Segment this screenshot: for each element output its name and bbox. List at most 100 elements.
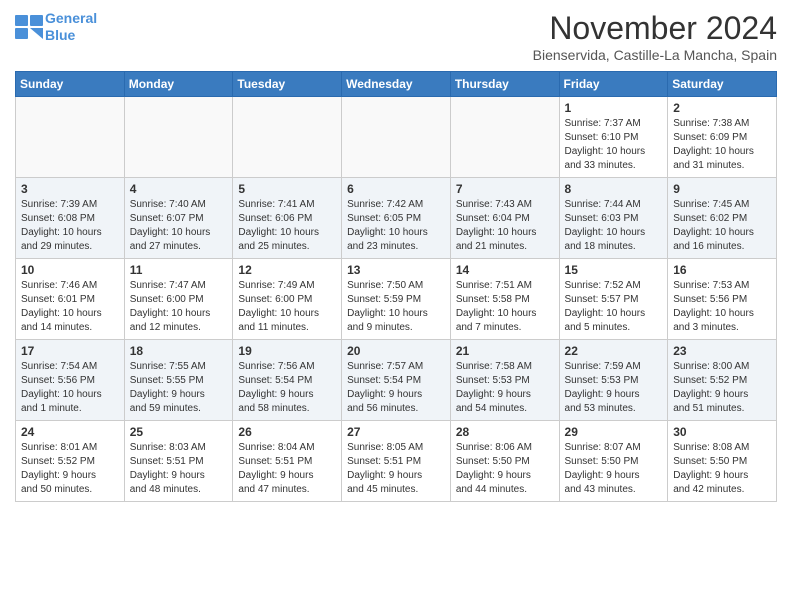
calendar-cell: 2 Sunrise: 7:38 AM Sunset: 6:09 PM Daylig… [668,97,777,178]
day-number: 13 [347,263,445,277]
day-number: 7 [456,182,554,196]
calendar-cell: 19Sunrise: 7:56 AM Sunset: 5:54 PM Dayli… [233,340,342,421]
calendar-cell: 17 Sunrise: 7:54 AM Sunset: 5:56 PM Dayli… [16,340,125,421]
calendar-cell: 30 Sunrise: 8:08 AM Sunset: 5:50 PM Dayli… [668,421,777,502]
day-number: 12 [238,263,336,277]
weekday-header-row: SundayMondayTuesdayWednesdayThursdayFrid… [16,72,777,97]
day-info: Sunrise: 7:54 AM Sunset: 5:56 PM Dayligh… [21,360,119,416]
day-number: 15 [565,263,663,277]
weekday-header-wednesday: Wednesday [342,72,451,97]
day-number: 4 [130,182,228,196]
calendar-cell: 18 Sunrise: 7:55 AM Sunset: 5:55 PM Dayli… [124,340,233,421]
weekday-header-sunday: Sunday [16,72,125,97]
day-info: Sunrise: 8:08 AM Sunset: 5:50 PM Dayligh… [673,441,771,497]
day-number: 28 [456,425,554,439]
day-info: Sunrise: 8:04 AM Sunset: 5:51 PM Dayligh… [238,441,336,497]
day-number: 24 [21,425,119,439]
calendar-cell [233,97,342,178]
logo-general: General [45,10,97,26]
calendar-cell: 8 Sunrise: 7:44 AM Sunset: 6:03 PM Daylig… [559,178,668,259]
logo-text: General Blue [45,10,97,44]
day-number: 30 [673,425,771,439]
calendar-cell: 20 Sunrise: 7:57 AM Sunset: 5:54 PM Dayli… [342,340,451,421]
location: Bienservida, Castille-La Mancha, Spain [533,47,777,63]
day-info: Sunrise: 7:39 AM Sunset: 6:08 PM Dayligh… [21,198,119,254]
calendar-cell: 21 Sunrise: 7:58 AM Sunset: 5:53 PM Dayli… [450,340,559,421]
day-info: Sunrise: 8:05 AM Sunset: 5:51 PM Dayligh… [347,441,445,497]
calendar-cell: 25Sunrise: 8:03 AM Sunset: 5:51 PM Dayli… [124,421,233,502]
day-info: Sunrise: 7:45 AM Sunset: 6:02 PM Dayligh… [673,198,771,254]
calendar-week-row: 10Sunrise: 7:46 AM Sunset: 6:01 PM Dayli… [16,259,777,340]
calendar-cell: 22 Sunrise: 7:59 AM Sunset: 5:53 PM Dayli… [559,340,668,421]
day-number: 16 [673,263,771,277]
day-info: Sunrise: 8:00 AM Sunset: 5:52 PM Dayligh… [673,360,771,416]
day-number: 29 [565,425,663,439]
calendar-week-row: 1Sunrise: 7:37 AM Sunset: 6:10 PM Daylig… [16,97,777,178]
day-number: 11 [130,263,228,277]
day-number: 22 [565,344,663,358]
day-number: 26 [238,425,336,439]
calendar-cell: 26 Sunrise: 8:04 AM Sunset: 5:51 PM Dayli… [233,421,342,502]
title-block: November 2024 Bienservida, Castille-La M… [533,10,777,63]
day-number: 2 [673,101,771,115]
weekday-header-thursday: Thursday [450,72,559,97]
day-number: 14 [456,263,554,277]
day-number: 9 [673,182,771,196]
day-info: Sunrise: 7:38 AM Sunset: 6:09 PM Dayligh… [673,117,771,173]
day-info: Sunrise: 7:59 AM Sunset: 5:53 PM Dayligh… [565,360,663,416]
logo-icon [15,15,43,39]
day-info: Sunrise: 7:46 AM Sunset: 6:01 PM Dayligh… [21,279,119,335]
calendar-cell: 16 Sunrise: 7:53 AM Sunset: 5:56 PM Dayli… [668,259,777,340]
day-info: Sunrise: 7:56 AM Sunset: 5:54 PM Dayligh… [238,360,336,416]
calendar-cell: 9 Sunrise: 7:45 AM Sunset: 6:02 PM Daylig… [668,178,777,259]
day-info: Sunrise: 7:57 AM Sunset: 5:54 PM Dayligh… [347,360,445,416]
calendar-cell: 7Sunrise: 7:43 AM Sunset: 6:04 PM Daylig… [450,178,559,259]
day-info: Sunrise: 7:42 AM Sunset: 6:05 PM Dayligh… [347,198,445,254]
day-info: Sunrise: 7:41 AM Sunset: 6:06 PM Dayligh… [238,198,336,254]
day-number: 6 [347,182,445,196]
calendar-cell: 14 Sunrise: 7:51 AM Sunset: 5:58 PM Dayli… [450,259,559,340]
day-info: Sunrise: 7:52 AM Sunset: 5:57 PM Dayligh… [565,279,663,335]
day-number: 23 [673,344,771,358]
day-info: Sunrise: 8:03 AM Sunset: 5:51 PM Dayligh… [130,441,228,497]
day-info: Sunrise: 7:53 AM Sunset: 5:56 PM Dayligh… [673,279,771,335]
day-number: 20 [347,344,445,358]
calendar-cell: 28 Sunrise: 8:06 AM Sunset: 5:50 PM Dayli… [450,421,559,502]
day-info: Sunrise: 8:07 AM Sunset: 5:50 PM Dayligh… [565,441,663,497]
day-number: 1 [565,101,663,115]
calendar-cell: 10Sunrise: 7:46 AM Sunset: 6:01 PM Dayli… [16,259,125,340]
calendar-cell: 6 Sunrise: 7:42 AM Sunset: 6:05 PM Daylig… [342,178,451,259]
day-info: Sunrise: 7:50 AM Sunset: 5:59 PM Dayligh… [347,279,445,335]
calendar-cell [124,97,233,178]
day-info: Sunrise: 8:06 AM Sunset: 5:50 PM Dayligh… [456,441,554,497]
calendar-cell: 3 Sunrise: 7:39 AM Sunset: 6:08 PM Daylig… [16,178,125,259]
calendar-cell: 13 Sunrise: 7:50 AM Sunset: 5:59 PM Dayli… [342,259,451,340]
day-info: Sunrise: 7:51 AM Sunset: 5:58 PM Dayligh… [456,279,554,335]
day-number: 8 [565,182,663,196]
calendar-cell: 12 Sunrise: 7:49 AM Sunset: 6:00 PM Dayli… [233,259,342,340]
calendar-cell: 1Sunrise: 7:37 AM Sunset: 6:10 PM Daylig… [559,97,668,178]
calendar-cell: 15 Sunrise: 7:52 AM Sunset: 5:57 PM Dayli… [559,259,668,340]
calendar-cell [450,97,559,178]
weekday-header-monday: Monday [124,72,233,97]
logo: General Blue [15,10,97,44]
day-info: Sunrise: 7:47 AM Sunset: 6:00 PM Dayligh… [130,279,228,335]
weekday-header-tuesday: Tuesday [233,72,342,97]
calendar-cell: 23 Sunrise: 8:00 AM Sunset: 5:52 PM Dayli… [668,340,777,421]
day-number: 5 [238,182,336,196]
day-info: Sunrise: 7:58 AM Sunset: 5:53 PM Dayligh… [456,360,554,416]
day-number: 3 [21,182,119,196]
day-info: Sunrise: 7:49 AM Sunset: 6:00 PM Dayligh… [238,279,336,335]
weekday-header-friday: Friday [559,72,668,97]
calendar-cell: 5 Sunrise: 7:41 AM Sunset: 6:06 PM Daylig… [233,178,342,259]
calendar-cell: 29 Sunrise: 8:07 AM Sunset: 5:50 PM Dayli… [559,421,668,502]
page-header: General Blue November 2024 Bienservida, … [15,10,777,63]
calendar-cell [342,97,451,178]
calendar-cell: 4Sunrise: 7:40 AM Sunset: 6:07 PM Daylig… [124,178,233,259]
day-info: Sunrise: 7:44 AM Sunset: 6:03 PM Dayligh… [565,198,663,254]
day-number: 18 [130,344,228,358]
day-number: 17 [21,344,119,358]
month-title: November 2024 [533,10,777,47]
day-number: 21 [456,344,554,358]
day-info: Sunrise: 7:55 AM Sunset: 5:55 PM Dayligh… [130,360,228,416]
